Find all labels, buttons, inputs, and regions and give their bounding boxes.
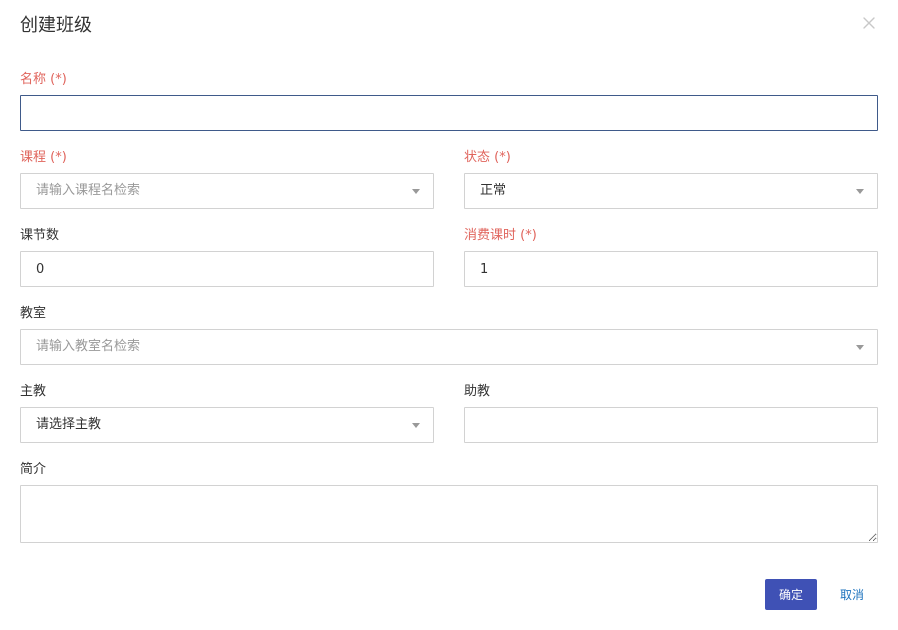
status-select-value: 正常 bbox=[480, 183, 507, 198]
classroom-label: 教室 bbox=[20, 306, 47, 321]
close-icon[interactable] bbox=[862, 16, 876, 30]
name-field-group: 名称 (*) bbox=[20, 71, 878, 131]
classroom-select-placeholder: 请输入教室名检索 bbox=[36, 339, 141, 354]
name-input[interactable] bbox=[20, 95, 878, 131]
consume-hours-label: 消费课时 (*) bbox=[464, 228, 537, 243]
dialog-title: 创建班级 bbox=[20, 15, 92, 36]
lesson-count-input[interactable] bbox=[20, 251, 434, 287]
status-select[interactable]: 正常 bbox=[464, 173, 878, 209]
main-teacher-field-group: 主教 请选择主教 bbox=[20, 383, 434, 443]
assistant-label: 助教 bbox=[464, 384, 491, 399]
main-teacher-label: 主教 bbox=[20, 384, 47, 399]
main-teacher-select-value: 请选择主教 bbox=[36, 417, 102, 432]
main-teacher-select[interactable]: 请选择主教 bbox=[20, 407, 434, 443]
course-field-group: 课程 (*) 请输入课程名检索 bbox=[20, 149, 434, 209]
intro-label: 简介 bbox=[20, 462, 47, 477]
intro-textarea[interactable] bbox=[20, 485, 878, 543]
lesson-count-field-group: 课节数 bbox=[20, 227, 434, 287]
cancel-button[interactable]: 取消 bbox=[830, 579, 874, 610]
assistant-field-group: 助教 bbox=[464, 383, 878, 443]
assistant-input[interactable] bbox=[464, 407, 878, 443]
chevron-down-icon bbox=[856, 345, 864, 350]
chevron-down-icon bbox=[412, 189, 420, 194]
course-label: 课程 (*) bbox=[20, 150, 67, 165]
chevron-down-icon bbox=[856, 189, 864, 194]
intro-field-group: 简介 bbox=[20, 461, 878, 543]
chevron-down-icon bbox=[412, 423, 420, 428]
classroom-select[interactable]: 请输入教室名检索 bbox=[20, 329, 878, 365]
status-label: 状态 (*) bbox=[464, 150, 511, 165]
consume-hours-field-group: 消费课时 (*) bbox=[464, 227, 878, 287]
course-select[interactable]: 请输入课程名检索 bbox=[20, 173, 434, 209]
consume-hours-input[interactable] bbox=[464, 251, 878, 287]
create-class-dialog: 创建班级 名称 (*) 课程 (*) 请输入课程名检索 状态 (*) 正常 课节… bbox=[0, 0, 898, 630]
course-select-placeholder: 请输入课程名检索 bbox=[36, 183, 141, 198]
confirm-button[interactable]: 确定 bbox=[765, 579, 817, 610]
classroom-field-group: 教室 请输入教室名检索 bbox=[20, 305, 878, 365]
name-label: 名称 (*) bbox=[20, 72, 67, 87]
lesson-count-label: 课节数 bbox=[20, 228, 60, 243]
status-field-group: 状态 (*) 正常 bbox=[464, 149, 878, 209]
